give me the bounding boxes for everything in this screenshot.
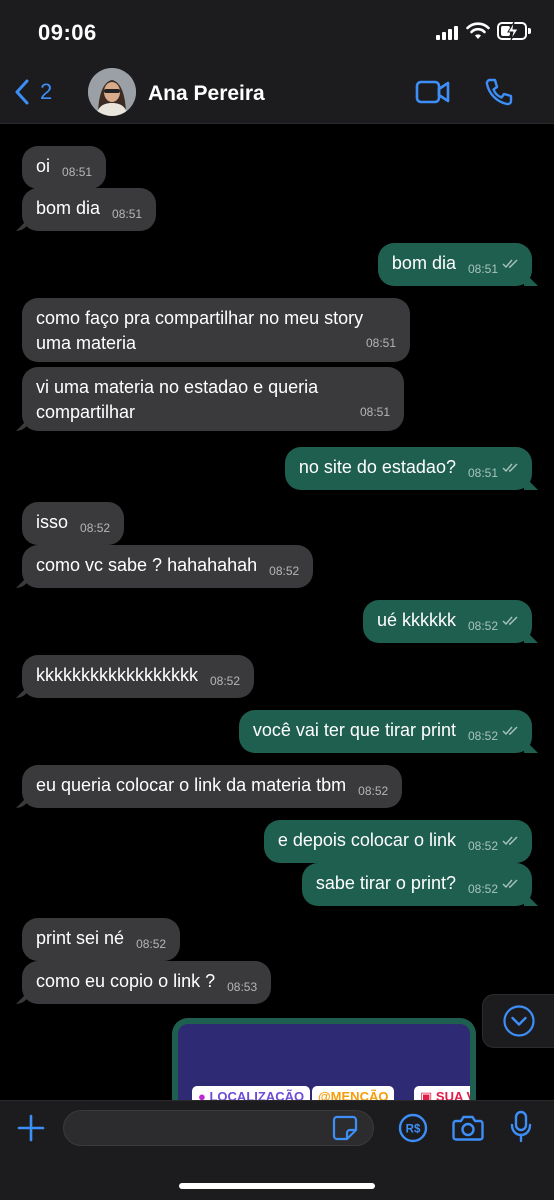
- message-time: 08:51: [359, 405, 390, 419]
- message-time: 08:52: [210, 674, 241, 688]
- read-receipt-icon: [502, 616, 518, 626]
- scroll-to-bottom-button[interactable]: [482, 994, 554, 1048]
- message-text: sabe tirar o print?: [315, 873, 456, 893]
- composer-bar: R$: [0, 1100, 554, 1200]
- message-incoming[interactable]: como eu copio o link ? 08:53: [22, 961, 272, 1004]
- status-bar: 09:06: [0, 0, 554, 62]
- message-time: 08:51: [112, 207, 143, 221]
- chevron-down-circle-icon: [502, 1005, 535, 1037]
- home-indicator: [179, 1183, 375, 1189]
- avatar[interactable]: [88, 68, 136, 116]
- message-time: 08:53: [227, 980, 258, 994]
- battery-icon: [497, 22, 531, 40]
- your-turn-sticker: ▣ SUA VEZ: [414, 1086, 470, 1100]
- message-text: no site do estadao?: [298, 457, 456, 477]
- message-text: ué kkkkkk: [376, 610, 456, 630]
- read-receipt-icon: [502, 259, 518, 269]
- story-screenshot-image: ● LOCALIZAÇÃO @MENÇÃO ▣ SUA VEZ: [178, 1024, 470, 1100]
- clock: 09:06: [38, 20, 97, 45]
- message-incoming[interactable]: bom dia 08:51: [22, 188, 157, 231]
- message-text: bom dia: [391, 253, 456, 273]
- message-time: 08:52: [358, 784, 389, 798]
- message-incoming[interactable]: como faço pra compartilhar no meu story …: [22, 298, 410, 362]
- message-text: eu queria colocar o link da materia tbm: [36, 775, 347, 795]
- message-text: bom dia: [36, 198, 101, 218]
- message-outgoing[interactable]: e depois colocar o link 08:52: [263, 820, 532, 863]
- message-time: 08:52: [467, 839, 498, 853]
- message-text: print sei né: [36, 928, 125, 948]
- message-time: 08:51: [62, 165, 93, 179]
- message-outgoing[interactable]: no site do estadao? 08:51: [284, 447, 532, 490]
- message-text: você vai ter que tirar print: [252, 720, 456, 740]
- message-text: e depois colocar o link: [277, 830, 456, 850]
- contact-name[interactable]: Ana Pereira: [148, 82, 265, 106]
- message-outgoing[interactable]: bom dia 08:51: [377, 243, 532, 286]
- wifi-icon: [466, 22, 490, 39]
- message-time: 08:51: [467, 466, 498, 480]
- message-outgoing[interactable]: ué kkkkkk 08:52: [362, 600, 532, 643]
- message-time: 08:52: [136, 937, 167, 951]
- payment-icon[interactable]: R$: [398, 1113, 428, 1143]
- svg-text:R$: R$: [406, 1124, 421, 1136]
- chevron-left-icon: [15, 79, 29, 105]
- image-message[interactable]: ● LOCALIZAÇÃO @MENÇÃO ▣ SUA VEZ: [172, 1018, 476, 1100]
- message-incoming[interactable]: vi uma materia no estadao e queria compa…: [22, 367, 404, 431]
- microphone-icon[interactable]: [510, 1110, 532, 1144]
- unread-count: 2: [40, 79, 53, 104]
- phone-call-icon[interactable]: [484, 77, 514, 107]
- message-time: 08:52: [467, 729, 498, 743]
- signal-icon: [436, 26, 458, 40]
- read-receipt-icon: [502, 879, 518, 889]
- message-text: oi: [36, 156, 51, 176]
- message-input[interactable]: [63, 1110, 374, 1146]
- mention-sticker: @MENÇÃO: [312, 1086, 395, 1100]
- message-time: 08:51: [365, 336, 396, 350]
- read-receipt-icon: [502, 726, 518, 736]
- message-list[interactable]: oi 08:51 bom dia 08:51 bom dia 08:51 como f…: [0, 124, 554, 1100]
- video-call-icon[interactable]: [415, 79, 451, 105]
- message-time: 08:52: [80, 521, 111, 535]
- message-incoming[interactable]: isso 08:52: [22, 502, 125, 545]
- chat-header: 2 Ana Pereira: [0, 62, 554, 124]
- message-time: 08:52: [467, 619, 498, 633]
- message-text: como eu copio o link ?: [36, 971, 216, 991]
- location-sticker: ● LOCALIZAÇÃO: [192, 1086, 311, 1100]
- read-receipt-icon: [502, 836, 518, 846]
- message-text: como vc sabe ? hahahahah: [36, 555, 258, 575]
- read-receipt-icon: [502, 463, 518, 473]
- sticker-icon[interactable]: [332, 1115, 358, 1141]
- camera-icon[interactable]: [452, 1114, 484, 1142]
- message-incoming[interactable]: eu queria colocar o link da materia tbm 0…: [22, 765, 403, 808]
- message-time: 08:52: [467, 882, 498, 896]
- message-text: como faço pra compartilhar no meu story …: [36, 308, 364, 353]
- plus-icon[interactable]: [16, 1113, 46, 1143]
- message-text: vi uma materia no estadao e queria compa…: [36, 377, 319, 422]
- message-text: kkkkkkkkkkkkkkkkkk: [36, 665, 198, 685]
- message-incoming[interactable]: kkkkkkkkkkkkkkkkkk 08:52: [22, 655, 255, 698]
- message-time: 08:51: [467, 262, 498, 276]
- message-text: isso: [36, 512, 69, 532]
- back-button[interactable]: 2: [14, 79, 52, 105]
- message-outgoing[interactable]: sabe tirar o print? 08:52: [301, 863, 532, 906]
- message-incoming[interactable]: print sei né 08:52: [22, 918, 181, 961]
- message-outgoing[interactable]: você vai ter que tirar print 08:52: [238, 710, 532, 753]
- message-incoming[interactable]: oi 08:51: [22, 146, 107, 189]
- message-time: 08:52: [269, 564, 300, 578]
- message-incoming[interactable]: como vc sabe ? hahahahah 08:52: [22, 545, 314, 588]
